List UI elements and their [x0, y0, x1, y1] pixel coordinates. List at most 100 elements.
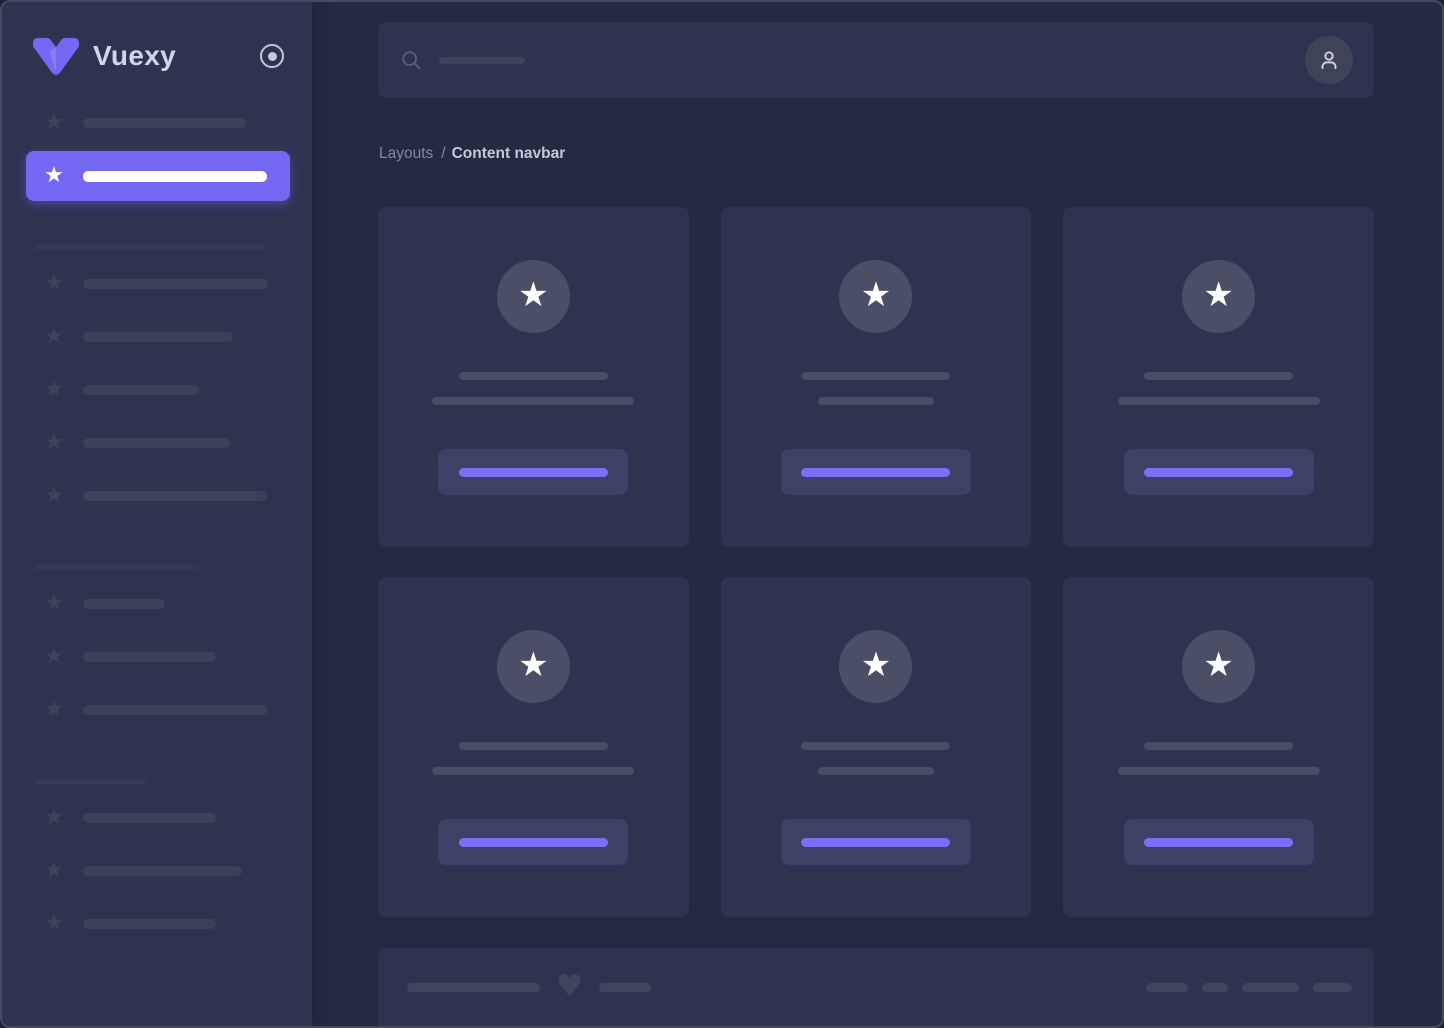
sidebar-item[interactable]: ★ [26, 418, 290, 468]
skeleton-subtitle [432, 767, 634, 775]
star-icon: ★ [42, 326, 66, 348]
sidebar-item[interactable]: ★ [26, 98, 290, 148]
breadcrumb-separator: / [441, 145, 445, 162]
footer-link-skeleton[interactable] [1313, 983, 1352, 992]
star-icon: ★ [42, 432, 66, 454]
star-icon: ★ [861, 278, 891, 315]
star-icon: ★ [42, 112, 66, 134]
search-placeholder-skeleton [439, 57, 525, 64]
nav-section-header [35, 779, 147, 784]
skeleton-title [801, 742, 950, 750]
nav-section-header [35, 565, 198, 570]
star-icon: ★ [42, 273, 66, 295]
footer-text-skeleton [407, 983, 540, 992]
star-icon: ★ [42, 165, 66, 187]
skeleton-title [459, 742, 608, 750]
star-badge: ★ [1182, 260, 1255, 333]
person-icon [1316, 47, 1342, 73]
skeleton-label [83, 171, 267, 182]
breadcrumb: Layouts/Content navbar [379, 145, 1374, 163]
nav-section-header [35, 245, 267, 250]
footer-link-skeleton[interactable] [1202, 983, 1228, 992]
footer-link-skeleton[interactable] [1146, 983, 1188, 992]
sidebar-item[interactable]: ★ [26, 685, 290, 735]
card-button[interactable] [1124, 449, 1314, 495]
sidebar-item[interactable]: ★ [26, 846, 290, 896]
sidebar-item[interactable]: ★ [26, 899, 290, 949]
skeleton-subtitle [432, 397, 634, 405]
skeleton-subtitle [818, 397, 934, 405]
sidebar-item[interactable]: ★ [26, 259, 290, 309]
footer-links [1132, 983, 1352, 992]
star-icon: ★ [42, 913, 66, 935]
star-icon: ★ [42, 593, 66, 615]
demo-card: ★ [721, 577, 1032, 917]
radio-circle-icon[interactable] [260, 44, 284, 68]
card-button[interactable] [1124, 819, 1314, 865]
top-navbar [378, 22, 1374, 98]
skeleton-label [83, 332, 233, 342]
button-label-skeleton [459, 468, 608, 477]
demo-card: ★ [1063, 207, 1374, 547]
skeleton-title [1144, 742, 1293, 750]
sidebar-nav: ★ ★ ★ ★ ★ ★ [2, 76, 312, 949]
brand-name: Vuexy [93, 40, 176, 72]
user-avatar[interactable] [1305, 36, 1353, 84]
button-label-skeleton [1144, 468, 1293, 477]
skeleton-label [83, 705, 267, 715]
brand: Vuexy [2, 2, 312, 76]
star-icon: ★ [42, 807, 66, 829]
button-label-skeleton [1144, 838, 1293, 847]
skeleton-label [83, 652, 216, 662]
sidebar: Vuexy ★ ★ ★ ★ ★ [2, 2, 312, 1026]
breadcrumb-parent[interactable]: Layouts [379, 145, 433, 162]
star-badge: ★ [497, 260, 570, 333]
star-badge: ★ [839, 260, 912, 333]
demo-card: ★ [1063, 577, 1374, 917]
button-label-skeleton [801, 468, 950, 477]
sidebar-item[interactable]: ★ [26, 312, 290, 362]
card-grid: ★ ★ ★ [378, 207, 1374, 917]
skeleton-label [83, 919, 216, 929]
sidebar-item[interactable]: ★ [26, 632, 290, 682]
skeleton-label [83, 866, 242, 876]
skeleton-label [83, 279, 268, 289]
footer-link-skeleton[interactable] [1242, 983, 1299, 992]
sidebar-item[interactable]: ★ [26, 365, 290, 415]
skeleton-subtitle [1118, 397, 1320, 405]
star-icon: ★ [1203, 648, 1233, 685]
star-icon: ★ [42, 485, 66, 507]
star-icon: ★ [42, 646, 66, 668]
star-badge: ★ [1182, 630, 1255, 703]
card-button[interactable] [781, 819, 971, 865]
button-label-skeleton [801, 838, 950, 847]
skeleton-subtitle [818, 767, 934, 775]
sidebar-item-active[interactable]: ★ [26, 151, 290, 201]
card-button[interactable] [781, 449, 971, 495]
skeleton-label [83, 118, 246, 128]
footer-left: ♥ [407, 972, 651, 1002]
card-button[interactable] [438, 449, 628, 495]
footer-text-skeleton [599, 983, 651, 992]
sidebar-item[interactable]: ★ [26, 579, 290, 629]
demo-card: ★ [378, 577, 689, 917]
skeleton-label [83, 385, 199, 395]
skeleton-title [1144, 372, 1293, 380]
sidebar-item[interactable]: ★ [26, 793, 290, 843]
vuexy-logo-icon [33, 38, 79, 75]
star-icon: ★ [518, 278, 548, 315]
sidebar-item[interactable]: ★ [26, 471, 290, 521]
star-icon: ★ [518, 648, 548, 685]
skeleton-title [801, 372, 950, 380]
star-icon: ★ [42, 379, 66, 401]
search-icon [400, 49, 422, 71]
skeleton-subtitle [1118, 767, 1320, 775]
star-icon: ★ [1203, 278, 1233, 315]
star-icon: ★ [42, 699, 66, 721]
card-button[interactable] [438, 819, 628, 865]
skeleton-label [83, 491, 267, 501]
search-input[interactable] [400, 49, 1305, 71]
button-label-skeleton [459, 838, 608, 847]
star-badge: ★ [497, 630, 570, 703]
app-window: Vuexy ★ ★ ★ ★ ★ [0, 0, 1444, 1028]
